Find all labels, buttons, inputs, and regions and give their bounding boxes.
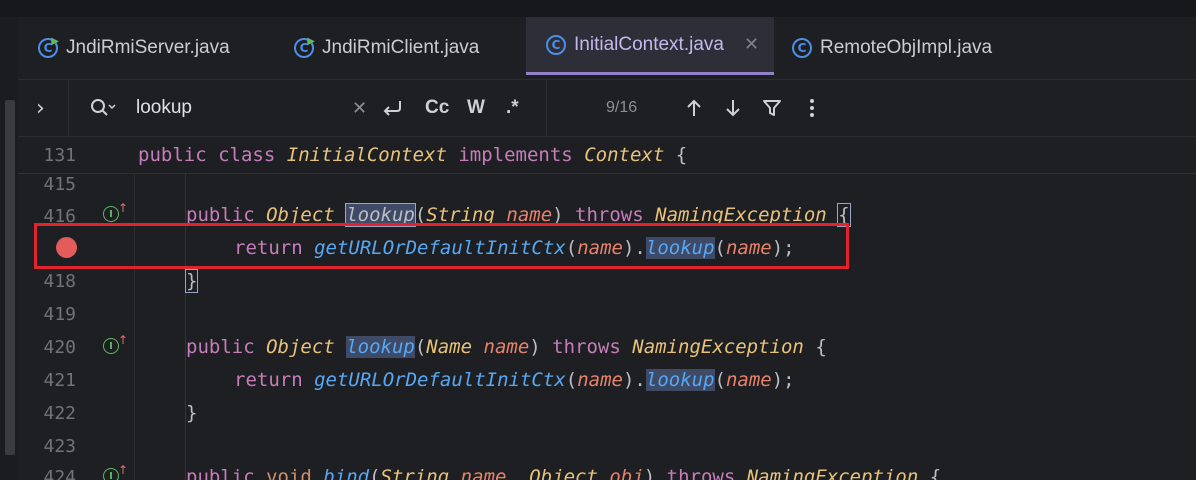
match-case-button[interactable]: Cc [425,80,449,136]
search-history-icon[interactable] [90,80,116,136]
tab-jndirmiserver[interactable]: C ▶ JndiRmiServer.java [38,17,230,78]
code-line-419: 419 [18,299,1196,332]
line-number: 131 [43,145,76,166]
new-line-icon[interactable] [380,80,404,136]
implements-method-icon[interactable]: I [103,338,119,354]
line-number: 415 [43,174,76,195]
java-class-runnable-icon: C ▶ [294,36,315,58]
separator [546,80,547,136]
tab-initialcontext[interactable]: C InitialContext.java ✕ [526,17,774,75]
code-line-421: 421 return getURLOrDefaultInitCtx(name).… [18,365,1196,398]
line-number: 421 [43,370,76,391]
code-line-131: 131 public class InitialContext implemen… [18,142,1196,175]
tab-label: InitialContext.java [574,33,724,55]
line-number: 423 [43,436,76,457]
more-options-icon[interactable] [802,80,822,136]
find-bar: › ✕ Cc W .* 9/16 [18,80,1196,137]
tab-label: RemoteObjImpl.java [820,36,993,58]
java-class-icon: C [546,34,566,55]
go-to-interface-icon: ↑ [118,333,129,347]
code-line-424: 424 I ↑ public void bind(String name, Ob… [18,462,1196,480]
line-number: 422 [43,403,76,424]
code-line-420: 420 I ↑ public Object lookup(Name name) … [18,332,1196,365]
code-line-418: 418 } [18,266,1196,299]
tab-jndirmiclient[interactable]: C ▶ JndiRmiClient.java [294,17,479,78]
go-to-interface-icon: ↑ [118,201,129,215]
line-number: 424 [43,467,76,480]
line-number: 420 [43,337,76,358]
separator [68,80,69,136]
implements-method-icon[interactable]: I [103,468,119,480]
code-text: public Object lookup(Name name) throws N… [186,336,827,358]
editor-tab-bar: C ▶ JndiRmiServer.java C ▶ JndiRmiClient.j… [18,17,1196,80]
code-text: return getURLOrDefaultInitCtx(name).look… [234,369,795,391]
line-number: 418 [43,271,76,292]
java-class-icon: C [792,37,812,58]
expand-replace-icon[interactable]: › [36,80,45,136]
whole-words-button[interactable]: W [467,80,485,136]
annotation-highlight-box [34,223,849,269]
tab-label: JndiRmiClient.java [322,36,480,58]
next-occurrence-icon[interactable] [723,80,743,136]
line-number: 419 [43,304,76,325]
close-tab-icon[interactable]: ✕ [744,34,759,55]
tab-label: JndiRmiServer.java [66,36,230,58]
filter-icon[interactable] [762,80,782,136]
match-count: 9/16 [606,99,638,116]
java-class-runnable-icon: C ▶ [38,36,59,58]
tab-remoteobjimpl[interactable]: C RemoteObjImpl.java [792,17,992,78]
code-text: public class InitialContext implements C… [138,144,688,166]
code-text: } [184,269,199,293]
clear-search-icon[interactable]: ✕ [352,80,367,136]
code-text: public void bind(String name, Object obj… [186,466,942,480]
search-input[interactable] [136,94,346,122]
regex-button[interactable]: .* [506,80,519,136]
window-top-strip [0,0,1196,17]
left-scrollbar[interactable] [5,100,15,455]
go-to-interface-icon: ↑ [118,463,129,477]
code-text: } [186,402,198,424]
code-line-423: 423 [18,431,1196,464]
left-tool-strip [0,17,18,480]
code-line-422: 422 } [18,398,1196,431]
implements-method-icon[interactable]: I [103,206,119,222]
previous-occurrence-icon[interactable] [684,80,704,136]
